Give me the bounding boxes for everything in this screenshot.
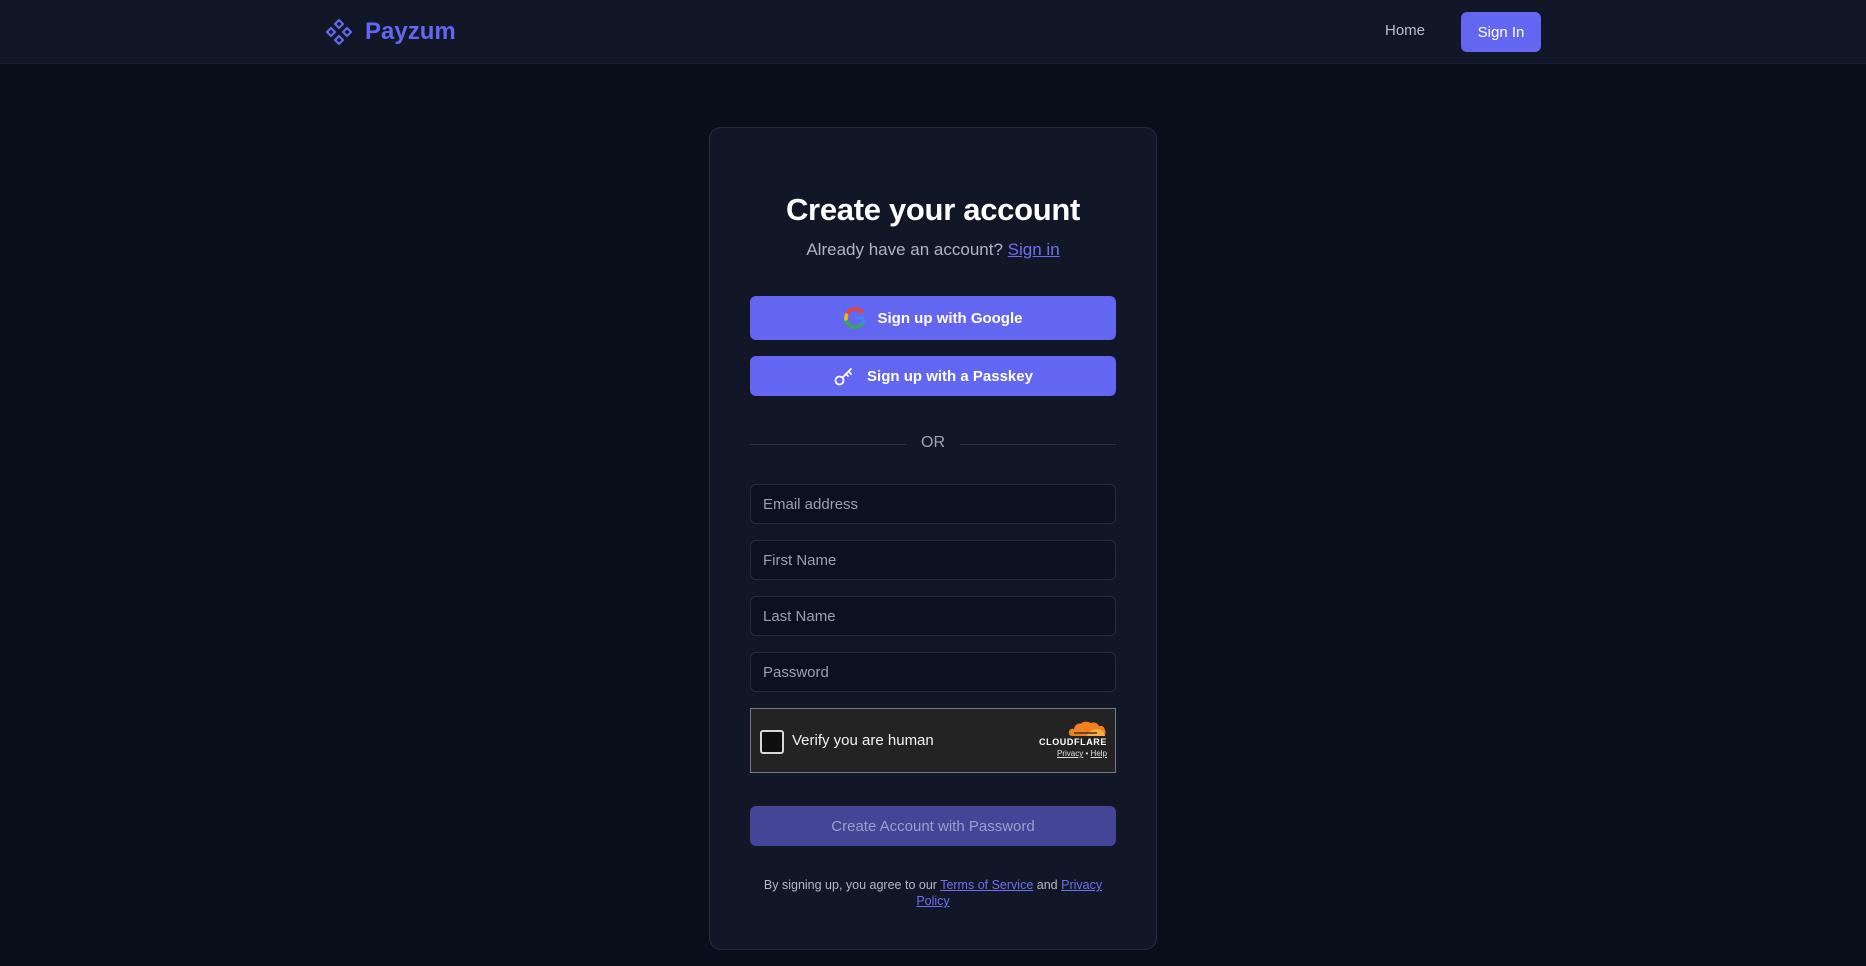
terms-of-service-link[interactable]: Terms of Service bbox=[940, 878, 1033, 892]
captcha-widget: Verify you are human CLOUDFLARE Privacy … bbox=[750, 708, 1116, 773]
passkey-signup-label: Sign up with a Passkey bbox=[867, 367, 1033, 385]
signin-link[interactable]: Sign in bbox=[1008, 240, 1060, 259]
captcha-link-separator: • bbox=[1085, 749, 1089, 758]
terms-notice: By signing up, you agree to our Terms of… bbox=[750, 877, 1116, 909]
password-field[interactable] bbox=[750, 652, 1116, 692]
top-navbar: Payzum Home Sign In bbox=[0, 0, 1866, 64]
brand-name: Payzum bbox=[365, 18, 456, 45]
google-signup-button[interactable]: Sign up with Google bbox=[750, 296, 1116, 340]
passkey-signup-button[interactable]: Sign up with a Passkey bbox=[750, 356, 1116, 396]
captcha-links: Privacy • Help bbox=[1027, 748, 1107, 759]
captcha-help-link[interactable]: Help bbox=[1091, 749, 1107, 758]
email-field[interactable] bbox=[750, 484, 1116, 524]
nav-home-link[interactable]: Home bbox=[1385, 22, 1425, 39]
last-name-field[interactable] bbox=[750, 596, 1116, 636]
signin-prompt-text: Already have an account? bbox=[806, 240, 1003, 259]
google-signup-label: Sign up with Google bbox=[877, 309, 1023, 327]
or-divider: OR bbox=[750, 432, 1116, 456]
signin-prompt: Already have an account? Sign in bbox=[710, 240, 1156, 260]
divider-text: OR bbox=[921, 434, 945, 451]
brand-logo-link[interactable]: Payzum bbox=[325, 16, 456, 48]
terms-prefix: By signing up, you agree to our bbox=[763, 878, 937, 892]
divider-line-right bbox=[960, 444, 1116, 445]
cloudflare-branding: CLOUDFLARE Privacy • Help bbox=[1027, 720, 1107, 759]
captcha-checkbox[interactable] bbox=[760, 730, 784, 754]
key-icon bbox=[833, 365, 855, 387]
captcha-label: Verify you are human bbox=[792, 732, 934, 749]
diamond-grid-icon bbox=[325, 18, 353, 46]
first-name-field[interactable] bbox=[750, 540, 1116, 580]
cloudflare-logo-icon bbox=[1027, 720, 1107, 737]
google-icon bbox=[843, 307, 866, 329]
signup-card: Create your account Already have an acco… bbox=[709, 127, 1157, 950]
cloudflare-wordmark: CLOUDFLARE bbox=[1039, 737, 1107, 747]
captcha-privacy-link[interactable]: Privacy bbox=[1057, 749, 1083, 758]
page-title: Create your account bbox=[785, 192, 1081, 227]
terms-and: and bbox=[1036, 878, 1058, 892]
create-account-button[interactable]: Create Account with Password bbox=[750, 806, 1116, 846]
nav-signin-button[interactable]: Sign In bbox=[1461, 12, 1541, 52]
